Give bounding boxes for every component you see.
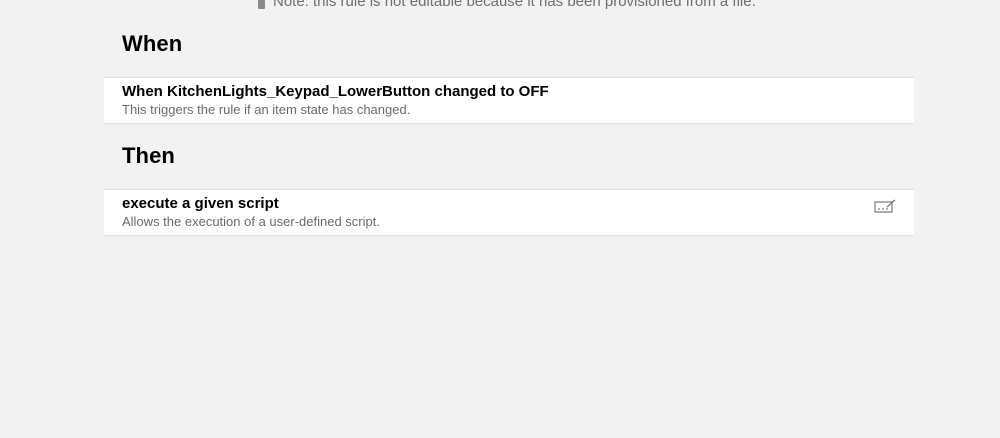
rule-details-page: Note: this rule is not editable because … [0, 0, 1000, 438]
action-list-item[interactable]: execute a given script Allows the execut… [104, 189, 914, 236]
when-section-title: When [122, 31, 183, 56]
action-title: execute a given script [122, 195, 279, 212]
then-section-title: Then [122, 143, 175, 168]
provisioned-note-text: Note: this rule is not editable because … [273, 0, 756, 10]
edit-script-icon[interactable] [874, 199, 896, 213]
trigger-title: When KitchenLights_Keypad_LowerButton ch… [122, 83, 549, 100]
provisioned-note: Note: this rule is not editable because … [258, 0, 756, 10]
trigger-description: This triggers the rule if an item state … [122, 102, 411, 117]
action-description: Allows the execution of a user-defined s… [122, 214, 380, 229]
lock-icon [258, 0, 265, 9]
trigger-list-item[interactable]: When KitchenLights_Keypad_LowerButton ch… [104, 77, 914, 124]
